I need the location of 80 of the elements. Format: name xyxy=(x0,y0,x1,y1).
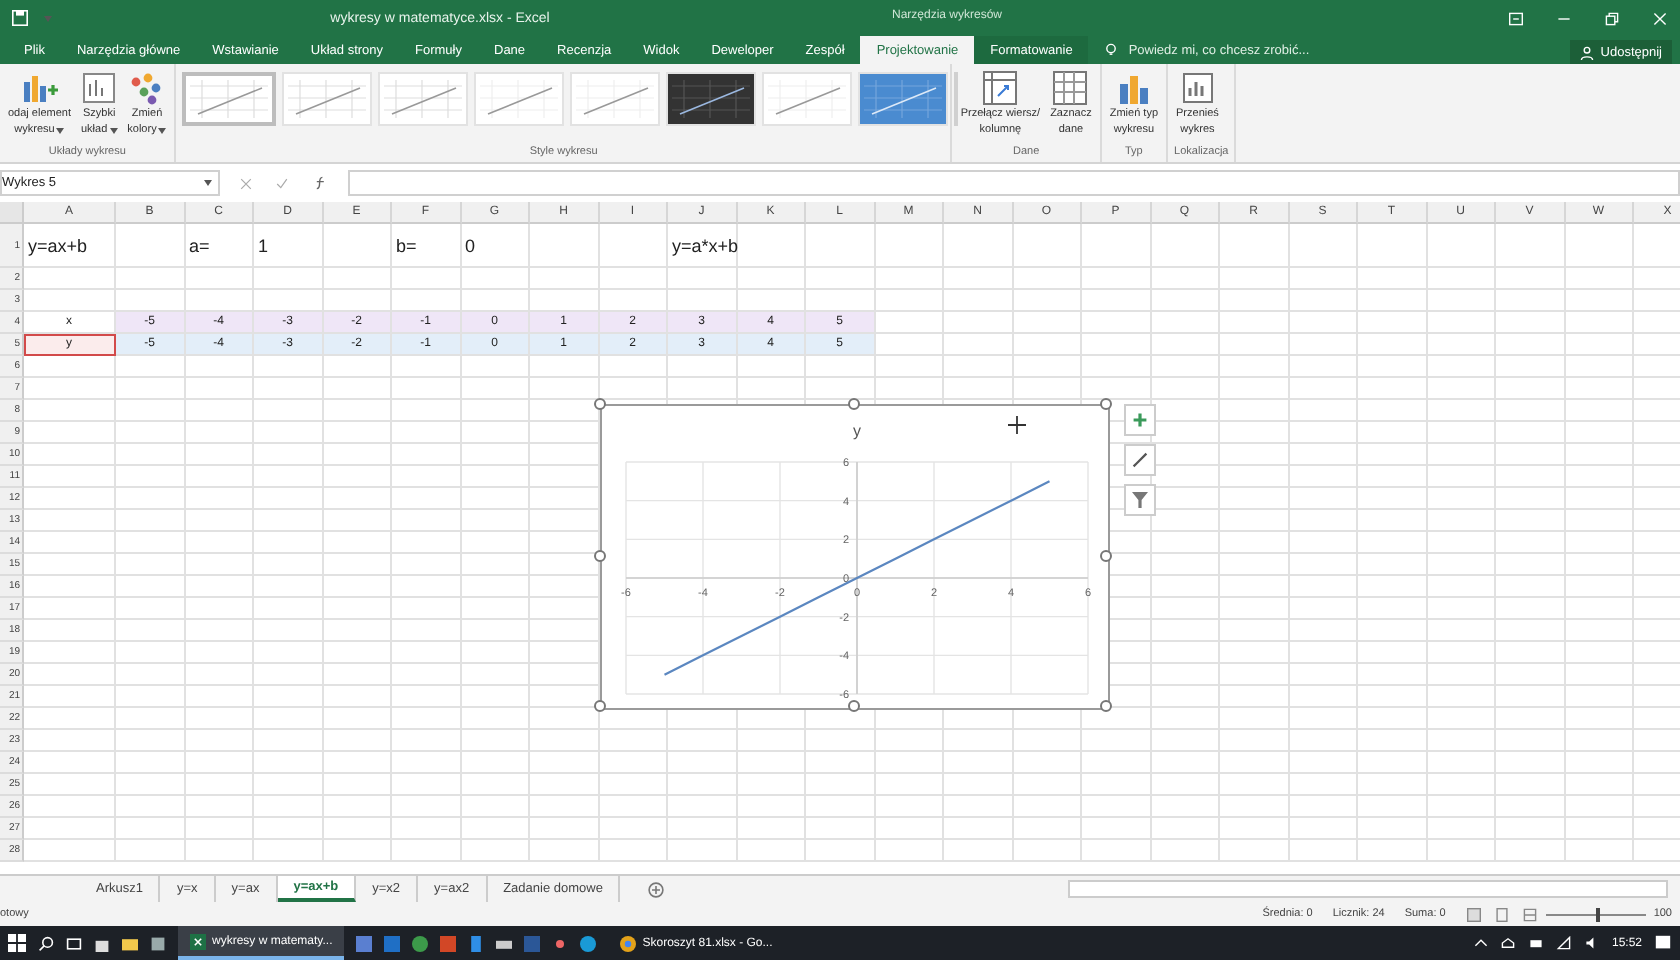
chart-filter-button[interactable] xyxy=(1124,484,1156,516)
resize-handle[interactable] xyxy=(847,700,859,712)
chart-styles-button[interactable] xyxy=(1124,444,1156,476)
notification-icon[interactable] xyxy=(1654,934,1672,952)
function-icon xyxy=(313,176,328,190)
save-icon[interactable] xyxy=(12,10,28,26)
battery-icon xyxy=(1527,936,1544,950)
windows-start-icon[interactable] xyxy=(8,934,26,952)
check-icon xyxy=(276,177,289,189)
browser-app-icon xyxy=(620,935,637,951)
chart-style-thumbnail[interactable] xyxy=(762,72,853,126)
resize-handle[interactable] xyxy=(594,700,606,712)
color-dots-icon xyxy=(128,70,165,106)
bar-chart-icon xyxy=(1115,70,1152,106)
caret-icon xyxy=(56,128,65,134)
spreadsheet-cell: 1 xyxy=(254,224,323,268)
chart-style-thumbnail[interactable] xyxy=(570,72,661,126)
style-preview-icon xyxy=(764,76,851,122)
filter-icon xyxy=(1132,492,1148,508)
circle-app-icon[interactable] xyxy=(412,935,429,951)
plus-icon xyxy=(1132,412,1148,428)
cancel-icon xyxy=(240,177,253,189)
style-preview-icon xyxy=(860,76,947,122)
spreadsheet-cell: y=ax+b xyxy=(24,224,116,268)
switch-icon xyxy=(982,70,1019,106)
caret-icon xyxy=(204,180,212,186)
style-preview-icon xyxy=(380,76,467,122)
move-cursor-icon xyxy=(1008,416,1026,434)
task-view-icon[interactable] xyxy=(66,935,82,951)
style-preview-icon xyxy=(186,76,273,122)
cloud-icon xyxy=(1499,936,1516,950)
formula-field[interactable] xyxy=(348,170,1680,196)
person-icon xyxy=(1580,45,1595,59)
resize-handle[interactable] xyxy=(594,398,606,410)
resize-handle[interactable] xyxy=(847,398,859,410)
ribbon-display-icon[interactable] xyxy=(1508,11,1524,25)
spreadsheet-cell: a= xyxy=(185,224,254,268)
caret-icon xyxy=(44,15,52,21)
chart-style-thumbnail[interactable] xyxy=(666,72,757,126)
folder-icon[interactable] xyxy=(122,935,138,951)
dot-icon[interactable] xyxy=(552,935,569,951)
network-icon xyxy=(1555,936,1572,950)
chart-style-thumbnail[interactable] xyxy=(858,72,949,126)
caret-icon xyxy=(158,128,167,134)
layout-icon xyxy=(81,70,118,106)
style-preview-icon xyxy=(476,76,563,122)
search-icon[interactable] xyxy=(38,935,54,951)
spreadsheet-cell: y=a*x+b xyxy=(668,224,737,268)
spreadsheet-cell: 0 xyxy=(461,224,530,268)
chart-style-thumbnail[interactable] xyxy=(182,72,277,126)
style-preview-icon xyxy=(668,76,755,122)
close-icon[interactable] xyxy=(1652,11,1668,25)
chart-style-thumbnail[interactable] xyxy=(282,72,373,126)
spreadsheet-app-icon xyxy=(190,933,206,949)
chart-style-thumbnail[interactable] xyxy=(378,72,469,126)
page-break-icon[interactable] xyxy=(1521,907,1538,921)
chart-style-thumbnail[interactable] xyxy=(474,72,565,126)
resize-handle[interactable] xyxy=(1100,398,1112,410)
horizontal-scrollbar[interactable] xyxy=(1068,880,1668,898)
restore-icon[interactable] xyxy=(1604,11,1620,25)
style-preview-icon xyxy=(284,76,371,122)
resize-handle[interactable] xyxy=(1100,700,1112,712)
resize-handle[interactable] xyxy=(594,549,606,561)
page-layout-icon[interactable] xyxy=(1493,907,1510,921)
brush-icon xyxy=(1132,452,1148,468)
chart-title: y xyxy=(853,422,861,440)
style-preview-icon xyxy=(572,76,659,122)
add-sheet-icon[interactable] xyxy=(648,881,665,897)
app-icon[interactable] xyxy=(150,935,166,951)
chevron-up-icon xyxy=(1473,936,1488,950)
resize-handle[interactable] xyxy=(1100,549,1112,561)
caret-icon xyxy=(109,128,118,134)
lightbulb-icon xyxy=(1104,42,1119,58)
move-chart-icon xyxy=(1179,70,1216,106)
add-element-button[interactable] xyxy=(1124,404,1156,436)
table-icon xyxy=(1052,70,1089,106)
spreadsheet-cell: b= xyxy=(392,224,461,268)
globe-icon[interactable] xyxy=(580,935,597,951)
chart-add-icon xyxy=(21,70,58,106)
normal-view-icon[interactable] xyxy=(1465,907,1482,921)
